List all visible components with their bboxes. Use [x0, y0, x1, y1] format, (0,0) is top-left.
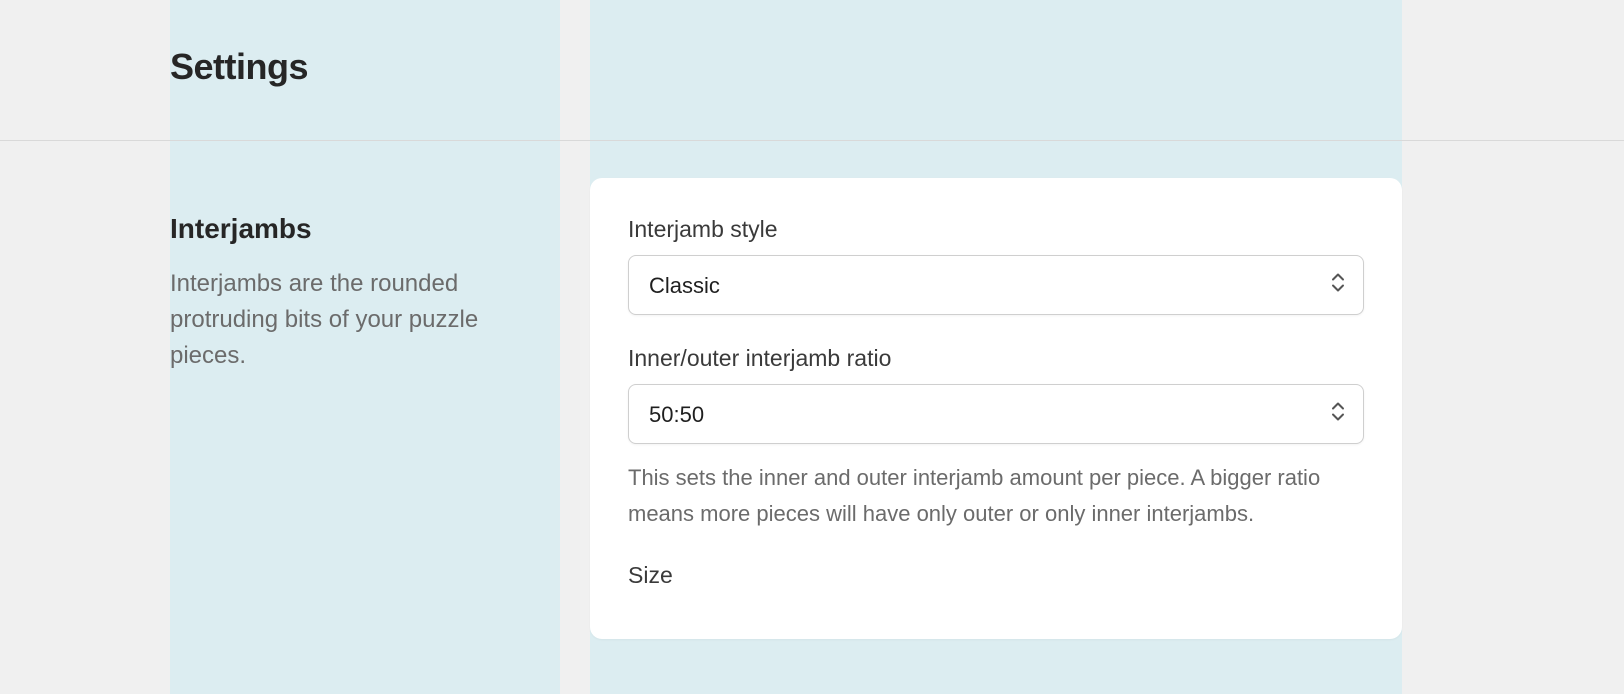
label-interjamb-ratio: Inner/outer interjamb ratio	[628, 345, 1364, 372]
section-title-interjambs: Interjambs	[170, 213, 312, 245]
select-wrap-interjamb-ratio: 50:50	[628, 384, 1364, 444]
help-text-interjamb-ratio: This sets the inner and outer interjamb …	[628, 460, 1364, 532]
section-description-interjambs: Interjambs are the rounded protruding bi…	[170, 266, 530, 374]
select-interjamb-style[interactable]: Classic	[628, 255, 1364, 315]
select-interjamb-ratio[interactable]: 50:50	[628, 384, 1364, 444]
label-size: Size	[628, 562, 1364, 589]
settings-card: Interjamb style Classic Inner/outer inte…	[590, 178, 1402, 639]
label-interjamb-style: Interjamb style	[628, 216, 1364, 243]
field-interjamb-style: Interjamb style Classic	[628, 216, 1364, 315]
field-interjamb-ratio: Inner/outer interjamb ratio 50:50 This s…	[628, 345, 1364, 532]
page-title: Settings	[170, 46, 308, 88]
select-wrap-interjamb-style: Classic	[628, 255, 1364, 315]
field-size: Size	[628, 562, 1364, 589]
header-divider	[0, 140, 1624, 141]
